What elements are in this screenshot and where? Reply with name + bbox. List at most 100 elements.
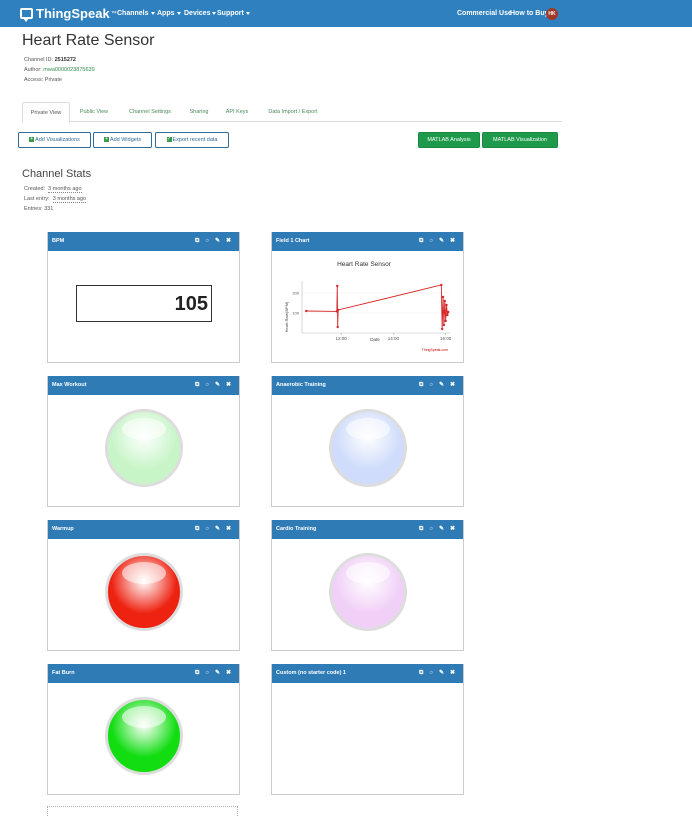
widget-tools: ⧉ ○ ✎ ✖ bbox=[195, 232, 231, 251]
close-icon[interactable]: ✖ bbox=[450, 520, 455, 539]
logo-text: ThingSpeak bbox=[36, 6, 110, 21]
comment-icon[interactable]: ○ bbox=[205, 232, 209, 251]
nav-support[interactable]: Support bbox=[217, 10, 250, 17]
lamp-highlight bbox=[122, 418, 166, 440]
data-point bbox=[445, 303, 448, 307]
lamp-highlight bbox=[346, 418, 390, 440]
widget-field1-chart: Field 1 Chart ⧉ ○ ✎ ✖ Heart Rate Sensor … bbox=[271, 232, 464, 363]
caret-down-icon bbox=[176, 11, 181, 15]
tab-data-import-export[interactable]: Data Import / Export bbox=[262, 102, 324, 122]
external-link-icon[interactable]: ⧉ bbox=[419, 520, 423, 539]
matlab-analysis-button[interactable]: MATLAB Analysis bbox=[418, 132, 480, 148]
add-visualizations-button[interactable]: + Add Visualizations bbox=[18, 132, 91, 148]
tab-api-keys[interactable]: API Keys bbox=[222, 102, 252, 122]
widget-title: Cardio Training bbox=[276, 526, 317, 532]
close-icon[interactable]: ✖ bbox=[226, 664, 231, 683]
tab-channel-settings[interactable]: Channel Settings bbox=[122, 102, 178, 122]
data-point bbox=[336, 308, 340, 312]
comment-icon[interactable]: ○ bbox=[429, 232, 433, 251]
external-link-icon[interactable]: ⧉ bbox=[195, 520, 199, 539]
widget-tools: ⧉ ○ ✎ ✖ bbox=[195, 664, 231, 683]
widget-header: Warmup ⧉ ○ ✎ ✖ bbox=[48, 520, 239, 539]
stat-created-label: Created: bbox=[24, 186, 46, 192]
nav-commercial-use[interactable]: Commercial Use bbox=[457, 10, 512, 17]
caret-down-icon bbox=[150, 11, 155, 15]
data-point bbox=[305, 309, 308, 313]
access-row: Access: Private bbox=[24, 77, 62, 83]
pencil-icon[interactable]: ✎ bbox=[215, 520, 220, 539]
heart-rate-chart[interactable]: Heart Rate Sensor Heart Rate(BPM) Date T… bbox=[272, 251, 463, 361]
nav-channels-label: Channels bbox=[117, 10, 149, 17]
close-icon[interactable]: ✖ bbox=[450, 376, 455, 395]
close-icon[interactable]: ✖ bbox=[226, 376, 231, 395]
author-row: Author: mwa0000023875639 bbox=[24, 67, 95, 73]
comment-icon[interactable]: ○ bbox=[429, 376, 433, 395]
pencil-icon[interactable]: ✎ bbox=[215, 232, 220, 251]
pencil-icon[interactable]: ✎ bbox=[439, 664, 444, 683]
external-link-icon[interactable]: ⧉ bbox=[195, 664, 199, 683]
external-link-icon[interactable]: ⧉ bbox=[419, 232, 423, 251]
data-point bbox=[336, 284, 339, 288]
close-icon[interactable]: ✖ bbox=[450, 232, 455, 251]
external-link-icon[interactable]: ⧉ bbox=[195, 232, 199, 251]
top-navbar: ThingSpeak ™ Channels Apps Devices Suppo… bbox=[0, 0, 692, 27]
lamp-indicator bbox=[329, 553, 407, 631]
access-label: Access: bbox=[24, 77, 44, 83]
chart-credit: ThingSpeak.com bbox=[422, 348, 448, 352]
widget-title: Anaerobic Training bbox=[276, 382, 326, 388]
data-point bbox=[440, 283, 443, 287]
lamp-indicator bbox=[105, 409, 183, 487]
external-link-icon[interactable]: ⧉ bbox=[419, 376, 423, 395]
pencil-icon[interactable]: ✎ bbox=[439, 232, 444, 251]
nav-apps-label: Apps bbox=[157, 10, 175, 17]
nav-how-to-buy[interactable]: How to Buy bbox=[510, 10, 549, 17]
widget-bpm: BPM ⧉ ○ ✎ ✖ 105 bbox=[47, 232, 240, 363]
pencil-icon[interactable]: ✎ bbox=[215, 664, 220, 683]
chart-xlabel: Date bbox=[370, 337, 380, 342]
author-value[interactable]: mwa0000023875639 bbox=[43, 67, 94, 73]
page-title: Heart Rate Sensor bbox=[22, 32, 155, 49]
comment-icon[interactable]: ○ bbox=[205, 520, 209, 539]
comment-icon[interactable]: ○ bbox=[429, 664, 433, 683]
nav-apps[interactable]: Apps bbox=[157, 10, 181, 17]
stat-entries-value: 331 bbox=[44, 206, 54, 212]
tab-private-view[interactable]: Private View bbox=[22, 102, 70, 123]
close-icon[interactable]: ✖ bbox=[226, 520, 231, 539]
close-icon[interactable]: ✖ bbox=[450, 664, 455, 683]
data-point bbox=[443, 299, 446, 303]
widget-header: BPM ⧉ ○ ✎ ✖ bbox=[48, 232, 239, 251]
data-point bbox=[441, 295, 445, 299]
stat-last-entry-label: Last entry: bbox=[24, 196, 50, 202]
tab-public-view[interactable]: Public View bbox=[74, 102, 114, 122]
pencil-icon[interactable]: ✎ bbox=[439, 520, 444, 539]
user-avatar[interactable]: HK bbox=[546, 8, 558, 20]
comment-icon[interactable]: ○ bbox=[205, 664, 209, 683]
add-widgets-button[interactable]: + Add Widgets bbox=[93, 132, 152, 148]
comment-icon[interactable]: ○ bbox=[429, 520, 433, 539]
widget-header: Field 1 Chart ⧉ ○ ✎ ✖ bbox=[272, 232, 463, 251]
widget-fat-burn: Fat Burn ⧉ ○ ✎ ✖ bbox=[47, 664, 240, 795]
external-link-icon[interactable]: ⧉ bbox=[419, 664, 423, 683]
pencil-icon[interactable]: ✎ bbox=[439, 376, 444, 395]
channel-id-label: Channel ID: bbox=[24, 57, 54, 63]
x-tick-label: 14:00 bbox=[388, 336, 400, 341]
external-link-icon[interactable]: ⧉ bbox=[195, 376, 199, 395]
pencil-icon[interactable]: ✎ bbox=[215, 376, 220, 395]
nav-devices[interactable]: Devices bbox=[184, 10, 217, 17]
export-recent-data-button[interactable]: ✓Export recent data bbox=[155, 132, 229, 148]
data-point bbox=[446, 313, 449, 317]
widget-header: Fat Burn ⧉ ○ ✎ ✖ bbox=[48, 664, 239, 683]
logo-trademark: ™ bbox=[110, 10, 117, 17]
tab-sharing[interactable]: Sharing bbox=[184, 102, 214, 122]
x-tick-label: 12:00 bbox=[336, 336, 348, 341]
author-label: Author: bbox=[24, 67, 42, 73]
thingspeak-logo[interactable]: ThingSpeak ™ bbox=[20, 6, 117, 22]
stat-entries: Entries: 331 bbox=[24, 206, 53, 212]
comment-icon[interactable]: ○ bbox=[205, 376, 209, 395]
matlab-visualization-button[interactable]: MATLAB Visualization bbox=[482, 132, 558, 148]
channel-stats-title: Channel Stats bbox=[22, 168, 92, 180]
widget-tools: ⧉ ○ ✎ ✖ bbox=[419, 520, 455, 539]
plus-icon: + bbox=[103, 136, 109, 143]
close-icon[interactable]: ✖ bbox=[226, 232, 231, 251]
nav-channels[interactable]: Channels bbox=[117, 10, 155, 17]
